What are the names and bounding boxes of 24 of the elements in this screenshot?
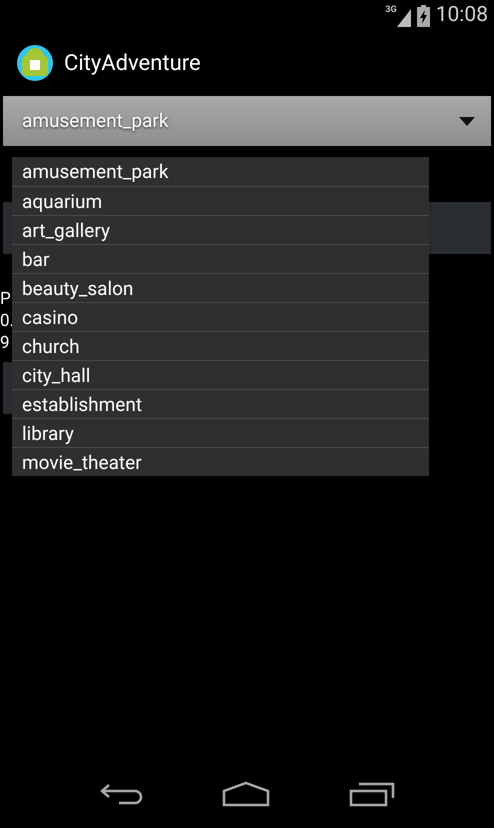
back-icon (99, 781, 144, 807)
dropdown-option[interactable]: art_gallery (12, 215, 429, 244)
dropdown-option[interactable]: casino (12, 302, 429, 331)
recent-apps-icon (348, 781, 395, 807)
dropdown-option[interactable]: city_hall (12, 360, 429, 389)
dropdown-option[interactable]: library (12, 418, 429, 447)
home-icon (222, 781, 270, 807)
signal-icon (396, 8, 411, 26)
info-text: 0. (0, 310, 14, 332)
app-icon (16, 44, 54, 82)
network-type: 3G (385, 6, 397, 14)
dropdown-option[interactable]: aquarium (12, 186, 429, 215)
dropdown-option[interactable]: amusement_park (12, 157, 429, 186)
dropdown-option[interactable]: beauty_salon (12, 273, 429, 302)
dropdown-option[interactable]: church (12, 331, 429, 360)
dropdown-option[interactable]: bar (12, 244, 429, 273)
info-text: P (0, 288, 11, 310)
dropdown-option[interactable]: establishment (12, 389, 429, 418)
info-text: 9 (0, 332, 10, 354)
battery-icon (416, 5, 430, 27)
dropdown-option[interactable]: movie_theater (12, 447, 429, 476)
app-title: CityAdventure (64, 50, 201, 78)
dropdown-caret-icon (459, 116, 475, 126)
clock: 10:08 (436, 2, 488, 30)
